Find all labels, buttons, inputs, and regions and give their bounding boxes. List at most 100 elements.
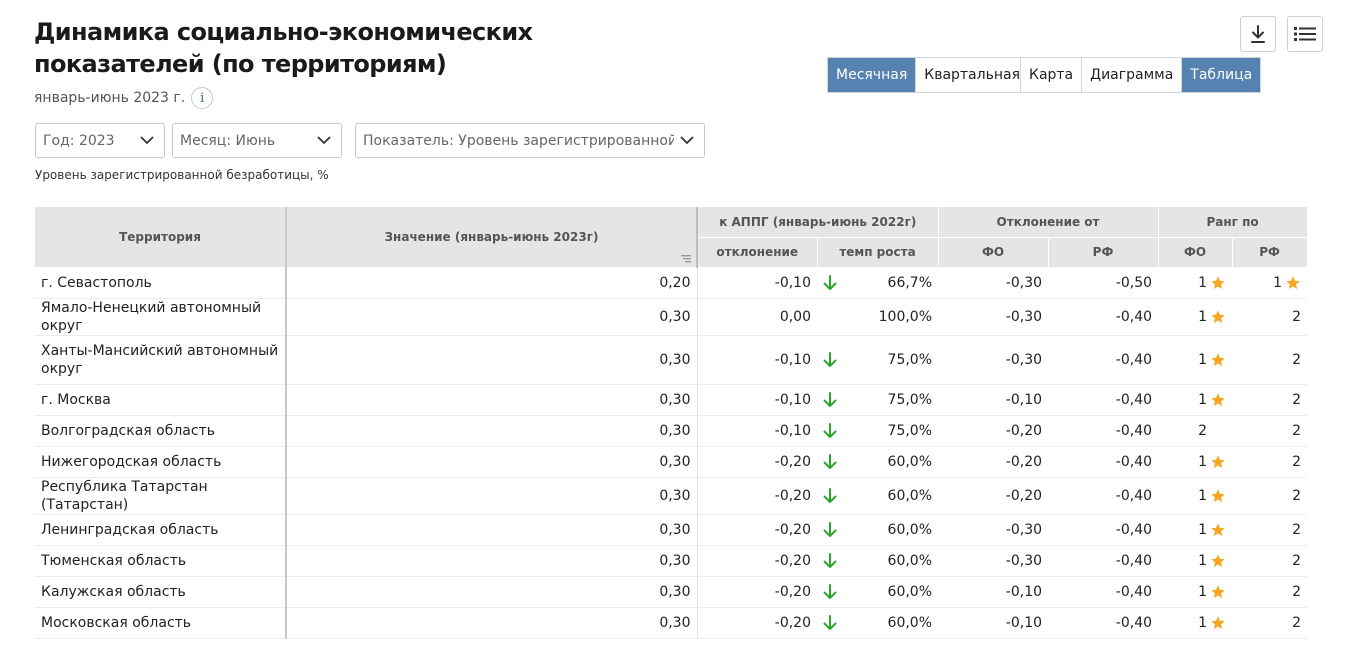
- arrow-down-icon: [823, 422, 837, 438]
- sort-icon[interactable]: [681, 254, 691, 263]
- arrow-down-icon: [823, 614, 837, 630]
- table-row[interactable]: Ленинградская область 0,30 -0,20 60,0% -0,30…: [35, 514, 1308, 546]
- table-row[interactable]: Калужская область 0,30 -0,20 60,0% -0,10 -0,4…: [35, 576, 1308, 608]
- header-deviation-from: Отклонение от: [938, 207, 1159, 238]
- cell-appg-rate-value: 100,0%: [878, 308, 933, 325]
- cell-rank-rf: 2: [1232, 298, 1308, 336]
- cell-dev-fo: -0,20: [938, 477, 1049, 515]
- table-row[interactable]: Тюменская область 0,30 -0,20 60,0% -0,30 -0,4…: [35, 545, 1308, 577]
- cell-rank-rf: 2: [1232, 446, 1308, 478]
- cell-rank-rf: 2: [1232, 514, 1308, 546]
- cell-rank-fo: 1: [1158, 477, 1233, 515]
- cell-territory: г. Москва: [35, 384, 287, 416]
- cell-territory: Московская область: [35, 607, 287, 639]
- table-row[interactable]: Волгоградская область 0,30 -0,10 75,0% -0,20…: [35, 415, 1308, 447]
- cell-appg-rate-value: 75,0%: [887, 422, 933, 439]
- year-select[interactable]: Год: 2023: [35, 123, 165, 158]
- month-select[interactable]: Месяц: Июнь: [172, 123, 342, 158]
- cell-appg-rate-value: 60,0%: [887, 487, 933, 504]
- tab-chart[interactable]: Диаграмма: [1082, 58, 1183, 92]
- cell-appg-rate-value: 60,0%: [887, 453, 933, 470]
- header-territory[interactable]: Территория: [35, 207, 287, 268]
- rank-fo-value: 1: [1198, 552, 1208, 569]
- cell-rank-rf: 2: [1232, 415, 1308, 447]
- cell-rank-fo: 1: [1158, 335, 1233, 385]
- info-icon[interactable]: i: [191, 87, 214, 109]
- chevron-down-icon: [680, 136, 694, 145]
- star-icon: [1211, 615, 1225, 629]
- menu-list-button[interactable]: [1287, 16, 1323, 52]
- cell-rank-rf: 2: [1232, 335, 1308, 385]
- table-row[interactable]: Нижегородская область 0,30 -0,20 60,0% -0,20…: [35, 446, 1308, 478]
- cell-dev-fo: -0,20: [938, 446, 1049, 478]
- rank-fo-value: 1: [1198, 274, 1208, 291]
- header-appg-rate[interactable]: темп роста: [817, 237, 939, 268]
- cell-territory: Ленинградская область: [35, 514, 287, 546]
- star-icon: [1211, 392, 1225, 406]
- header-dev-rf[interactable]: РФ: [1048, 237, 1159, 268]
- rank-fo-value: 1: [1198, 391, 1208, 408]
- header-dev-fo[interactable]: ФО: [938, 237, 1049, 268]
- header-appg-deviation[interactable]: отклонение: [697, 237, 818, 268]
- cell-dev-rf: -0,50: [1048, 267, 1159, 299]
- indicator-select[interactable]: Показатель: Уровень зарегистрированной б…: [355, 123, 705, 158]
- star-icon: [1211, 275, 1225, 289]
- header-rank-rf[interactable]: РФ: [1232, 237, 1308, 268]
- cell-dev-rf: -0,40: [1048, 545, 1159, 577]
- cell-appg-rate: 60,0%: [817, 576, 939, 608]
- cell-rank-fo: 1: [1158, 267, 1233, 299]
- cell-appg-deviation: -0,20: [697, 446, 817, 478]
- table-row[interactable]: Ханты-Мансийский автономный округ 0,30 -0,…: [35, 335, 1308, 385]
- arrow-down-icon: [823, 552, 837, 568]
- table-row[interactable]: г. Москва 0,30 -0,10 75,0% -0,10 -0,40 1 2: [35, 384, 1308, 416]
- cell-dev-rf: -0,40: [1048, 514, 1159, 546]
- tab-monthly[interactable]: Месячная: [828, 58, 917, 92]
- tab-map[interactable]: Карта: [1021, 58, 1083, 92]
- star-icon: [1211, 488, 1225, 502]
- cell-appg-rate: 66,7%: [817, 267, 939, 299]
- cell-value: 0,30: [286, 298, 698, 336]
- cell-rank-rf: 1: [1232, 267, 1308, 299]
- cell-rank-rf: 2: [1232, 384, 1308, 416]
- cell-dev-fo: -0,10: [938, 384, 1049, 416]
- tab-quarterly[interactable]: Квартальная: [916, 58, 1028, 92]
- cell-dev-fo: -0,20: [938, 415, 1049, 447]
- header-rank-by: Ранг по: [1158, 207, 1308, 238]
- cell-dev-rf: -0,40: [1048, 384, 1159, 416]
- table-row[interactable]: Республика Татарстан (Татарстан) 0,30 -0,2…: [35, 477, 1308, 515]
- cell-dev-rf: -0,40: [1048, 415, 1159, 447]
- header-rank-fo[interactable]: ФО: [1158, 237, 1233, 268]
- cell-dev-fo: -0,30: [938, 514, 1049, 546]
- cell-dev-rf: -0,40: [1048, 576, 1159, 608]
- cell-rank-fo: 2: [1158, 415, 1233, 447]
- cell-appg-deviation: -0,10: [697, 384, 817, 416]
- cell-dev-fo: -0,30: [938, 335, 1049, 385]
- cell-rank-fo: 1: [1158, 298, 1233, 336]
- cell-appg-rate-value: 60,0%: [887, 614, 933, 631]
- cell-appg-rate-value: 60,0%: [887, 521, 933, 538]
- list-icon: [1294, 27, 1316, 41]
- cell-dev-fo: -0,30: [938, 298, 1049, 336]
- cell-value: 0,30: [286, 607, 698, 639]
- view-toggle: Карта Диаграмма Таблица: [1020, 57, 1262, 93]
- table-row[interactable]: г. Севастополь 0,20 -0,10 66,7% -0,30 -0,50 1 1: [35, 267, 1308, 299]
- cell-rank-fo: 1: [1158, 514, 1233, 546]
- cell-value: 0,30: [286, 446, 698, 478]
- tab-table[interactable]: Таблица: [1182, 58, 1261, 92]
- cell-appg-rate: 60,0%: [817, 545, 939, 577]
- cell-dev-fo: -0,10: [938, 576, 1049, 608]
- download-button[interactable]: [1240, 16, 1276, 52]
- arrow-down-icon: [823, 391, 837, 407]
- rank-rf-value: 1: [1273, 274, 1283, 291]
- table-row[interactable]: Московская область 0,30 -0,20 60,0% -0,10 -0,…: [35, 607, 1308, 639]
- cell-appg-deviation: -0,20: [697, 514, 817, 546]
- cell-appg-deviation: -0,20: [697, 477, 817, 515]
- table-row[interactable]: Ямало-Ненецкий автономный округ 0,30 0,00 1…: [35, 298, 1308, 336]
- rank-fo-value: 1: [1198, 308, 1208, 325]
- download-icon: [1251, 25, 1265, 43]
- header-value[interactable]: Значение (январь-июнь 2023г): [286, 207, 698, 268]
- cell-appg-rate: 60,0%: [817, 514, 939, 546]
- header-value-label: Значение (январь-июнь 2023г): [384, 229, 599, 244]
- cell-appg-deviation: -0,20: [697, 607, 817, 639]
- cell-value: 0,30: [286, 545, 698, 577]
